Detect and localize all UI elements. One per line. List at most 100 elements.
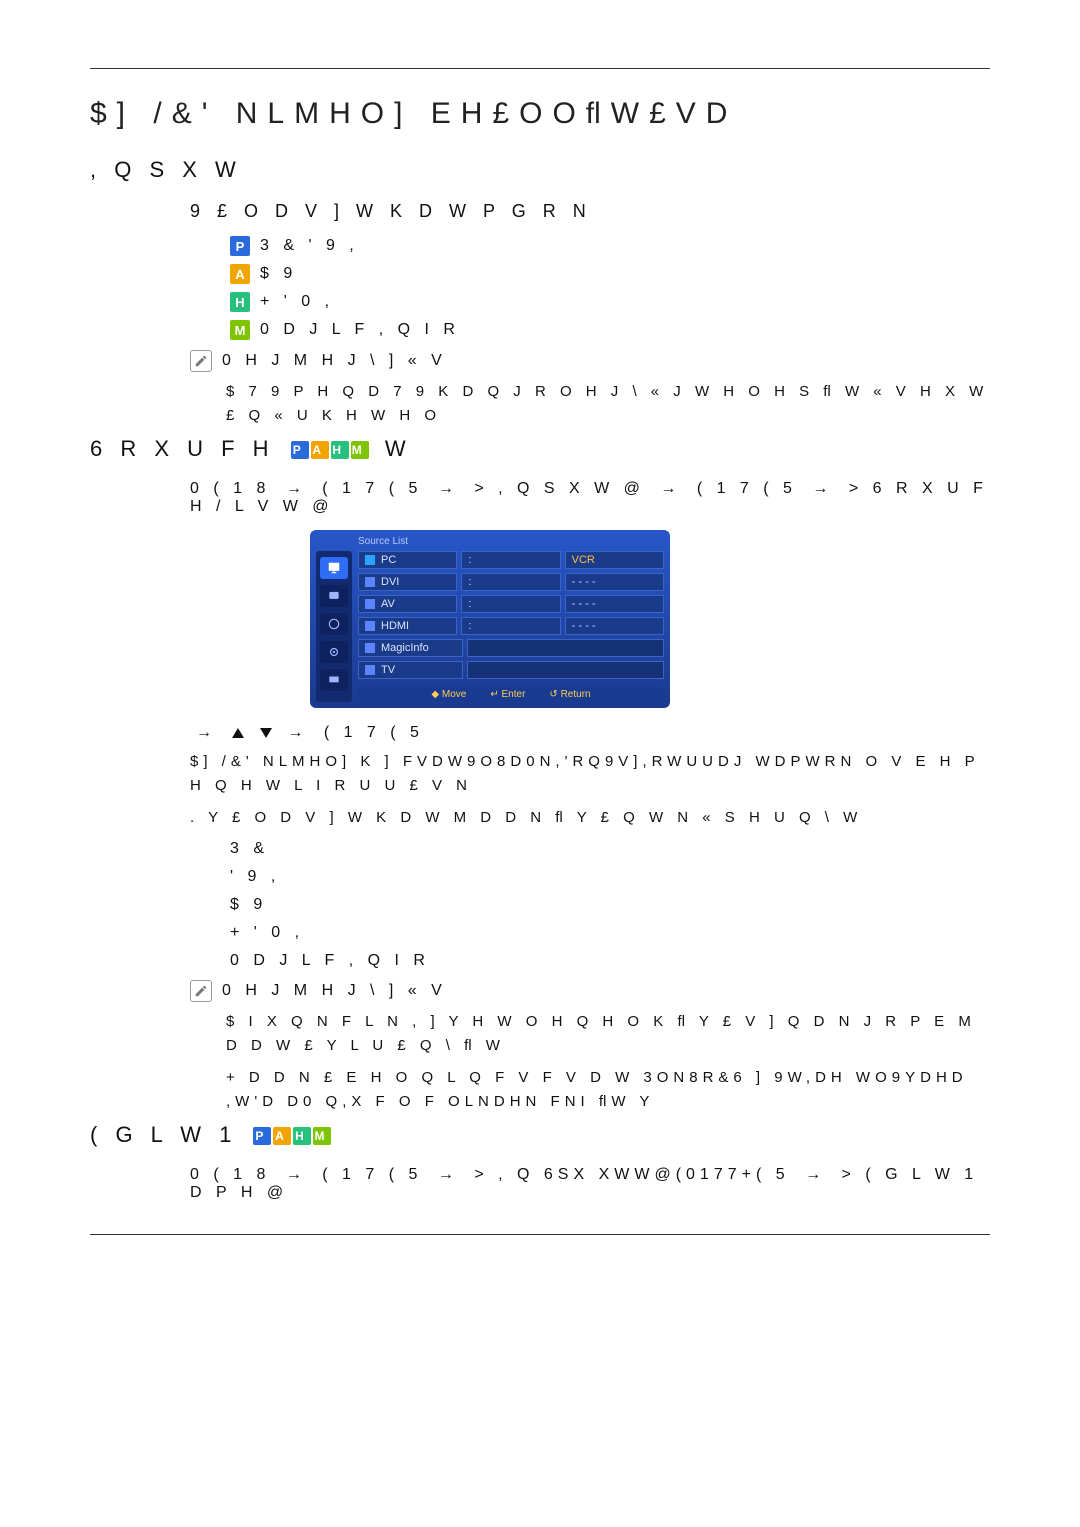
osd-label-tv: TV (381, 664, 395, 676)
osd-footer-enter-label: Enter (502, 689, 526, 700)
sourcelist-heading-right: W (385, 436, 412, 461)
osd-footer: ◆ Move ↵ Enter ↺ Return (358, 687, 664, 702)
osd-cell-dots: : (461, 551, 560, 569)
sourcelist-note-label: 0 H J M H J \ ] « V (222, 982, 447, 1000)
mode-label-av: $ 9 (260, 265, 297, 283)
sourcelist-note-line1: $ I X Q N F L N , ] Y H W O H Q H O K ﬂ … (226, 1010, 990, 1058)
osd-cell-dash: - - - - (565, 617, 664, 635)
bottom-rule (90, 1234, 990, 1235)
badge-p-icon: P (230, 236, 250, 256)
osd-cell-dots: : (461, 617, 560, 635)
page-title: $] /&' NLMHO] EH£OOﬂW£VD (90, 97, 990, 131)
mode-row-av: A $ 9 (230, 264, 990, 284)
mode-label-magicinfo: 0 D J L F , Q I R (260, 321, 460, 339)
osd-side-icon (320, 641, 348, 663)
plain-mode-label: + ' 0 , (230, 924, 304, 942)
arrow-icon: → (286, 480, 307, 497)
osd-side-icon (320, 585, 348, 607)
sourcelist-para2: . Y £ O D V ] W K D W M D D N ﬂ Y £ Q W … (190, 806, 990, 830)
note-pencil-icon (190, 350, 212, 372)
osd-footer-enter: ↵ Enter (490, 689, 525, 700)
input-note-row: 0 H J M H J \ ] « V (190, 350, 990, 372)
osd-footer-move-label: Move (442, 689, 466, 700)
osd-source-list-screenshot: Source List PC : VCR (310, 530, 670, 708)
badge-h-icon: H (331, 441, 349, 459)
osd-cell-dots: : (461, 573, 560, 591)
badge-m-icon: M (230, 320, 250, 340)
osd-footer-move: ◆ Move (431, 689, 466, 700)
sourcelist-note-row: 0 H J M H J \ ] « V (190, 980, 990, 1002)
osd-cell-vcr: VCR (565, 551, 664, 569)
badge-a-icon: A (230, 264, 250, 284)
sourcelist-para1: $] /&' NLMHO] K ] FVDW9O8D0N,'RQ9V],RWUU… (190, 750, 990, 798)
osd-label-pc: PC (381, 554, 396, 566)
plain-mode-label: ' 9 , (230, 868, 280, 886)
badge-m-icon: M (351, 441, 369, 459)
path-d: ( 1 7 ( 5 (697, 480, 797, 497)
triangle-up-icon (232, 728, 244, 738)
path-c: > , Q 6SX XWW@(0177+( 5 (474, 1166, 789, 1183)
plain-mode-dvi: ' 9 , (230, 868, 990, 886)
osd-label-magicinfo: MagicInfo (381, 642, 429, 654)
badge-h-icon: H (230, 292, 250, 312)
triangle-down-icon (260, 728, 272, 738)
arrow-icon: → (286, 1166, 307, 1183)
osd-cell-hdmi: HDMI (358, 617, 457, 635)
path-b: ( 1 7 ( 5 (322, 1166, 422, 1183)
mode-row-magicinfo: M 0 D J L F , Q I R (230, 320, 990, 340)
badge-a-icon: A (311, 441, 329, 459)
plain-mode-av: $ 9 (230, 896, 990, 914)
arrow-icon: → (438, 1166, 459, 1183)
sourcelist-note-line2: + D D N £ E H O Q L Q F V F V D W 3ON8R&… (226, 1066, 990, 1114)
osd-cell-dvi: DVI (358, 573, 457, 591)
editname-heading-left: ( G L W 1 (90, 1122, 237, 1147)
badges-pahm-inline-2: P A H M (253, 1127, 331, 1145)
badges-pahm-inline-1: P A H M (291, 441, 369, 459)
badge-a-icon: A (273, 1127, 291, 1145)
osd-cell-pc: PC (358, 551, 457, 569)
path-c: > , Q S X W @ (474, 480, 645, 497)
badge-h-icon: H (293, 1127, 311, 1145)
osd-side-icon (320, 669, 348, 691)
osd-footer-return-label: Return (561, 689, 591, 700)
osd-label-hdmi: HDMI (381, 620, 409, 632)
section-editname-heading: ( G L W 1 P A H M (90, 1122, 990, 1148)
plain-mode-magicinfo: 0 D J L F , Q I R (230, 952, 990, 970)
input-subheading: 9 £ O D V ] W K D W P G R N (90, 201, 990, 222)
arrow-icon: → (438, 480, 459, 497)
path-b: ( 1 7 ( 5 (322, 480, 422, 497)
mode-label-pc: 3 & ' 9 , (260, 237, 359, 255)
osd-label-dvi: DVI (381, 576, 399, 588)
plain-mode-label: $ 9 (230, 896, 267, 914)
sourcelist-menu-path: 0 ( 1 8 → ( 1 7 ( 5 → > , Q S X W @ → ( … (190, 480, 990, 516)
osd-footer-return: ↺ Return (549, 689, 590, 700)
badge-p-icon: P (291, 441, 309, 459)
nav-enter-label: ( 1 7 ( 5 (324, 724, 424, 741)
osd-cell-av: AV (358, 595, 457, 613)
plain-mode-label: 3 & (230, 840, 269, 858)
editname-menu-path: 0 ( 1 8 → ( 1 7 ( 5 → > , Q 6SX XWW@(017… (190, 1166, 990, 1202)
arrow-icon: → (196, 724, 217, 741)
osd-label-av: AV (381, 598, 395, 610)
badge-p-icon: P (253, 1127, 271, 1145)
arrow-icon: → (287, 724, 308, 741)
osd-side-icon (320, 613, 348, 635)
badge-m-icon: M (313, 1127, 331, 1145)
section-input-heading: , Q S X W (90, 157, 990, 183)
plain-mode-pc: 3 & (230, 840, 990, 858)
mode-row-pc: P 3 & ' 9 , (230, 236, 990, 256)
osd-cell-magicinfo: MagicInfo (358, 639, 463, 657)
top-rule (90, 68, 990, 69)
osd-side-icon (320, 557, 348, 579)
osd-cell-tv: TV (358, 661, 463, 679)
osd-cell-empty (467, 661, 664, 679)
nav-arrows-line: → → ( 1 7 ( 5 (190, 724, 990, 742)
osd-cell-dots: : (461, 595, 560, 613)
sourcelist-heading-left: 6 R X U F H (90, 436, 275, 461)
input-note-label: 0 H J M H J \ ] « V (222, 352, 447, 370)
plain-mode-hdmi: + ' 0 , (230, 924, 990, 942)
plain-mode-label: 0 D J L F , Q I R (230, 952, 430, 970)
note-pencil-icon (190, 980, 212, 1002)
arrow-icon: → (812, 480, 833, 497)
osd-title: Source List (316, 536, 664, 551)
